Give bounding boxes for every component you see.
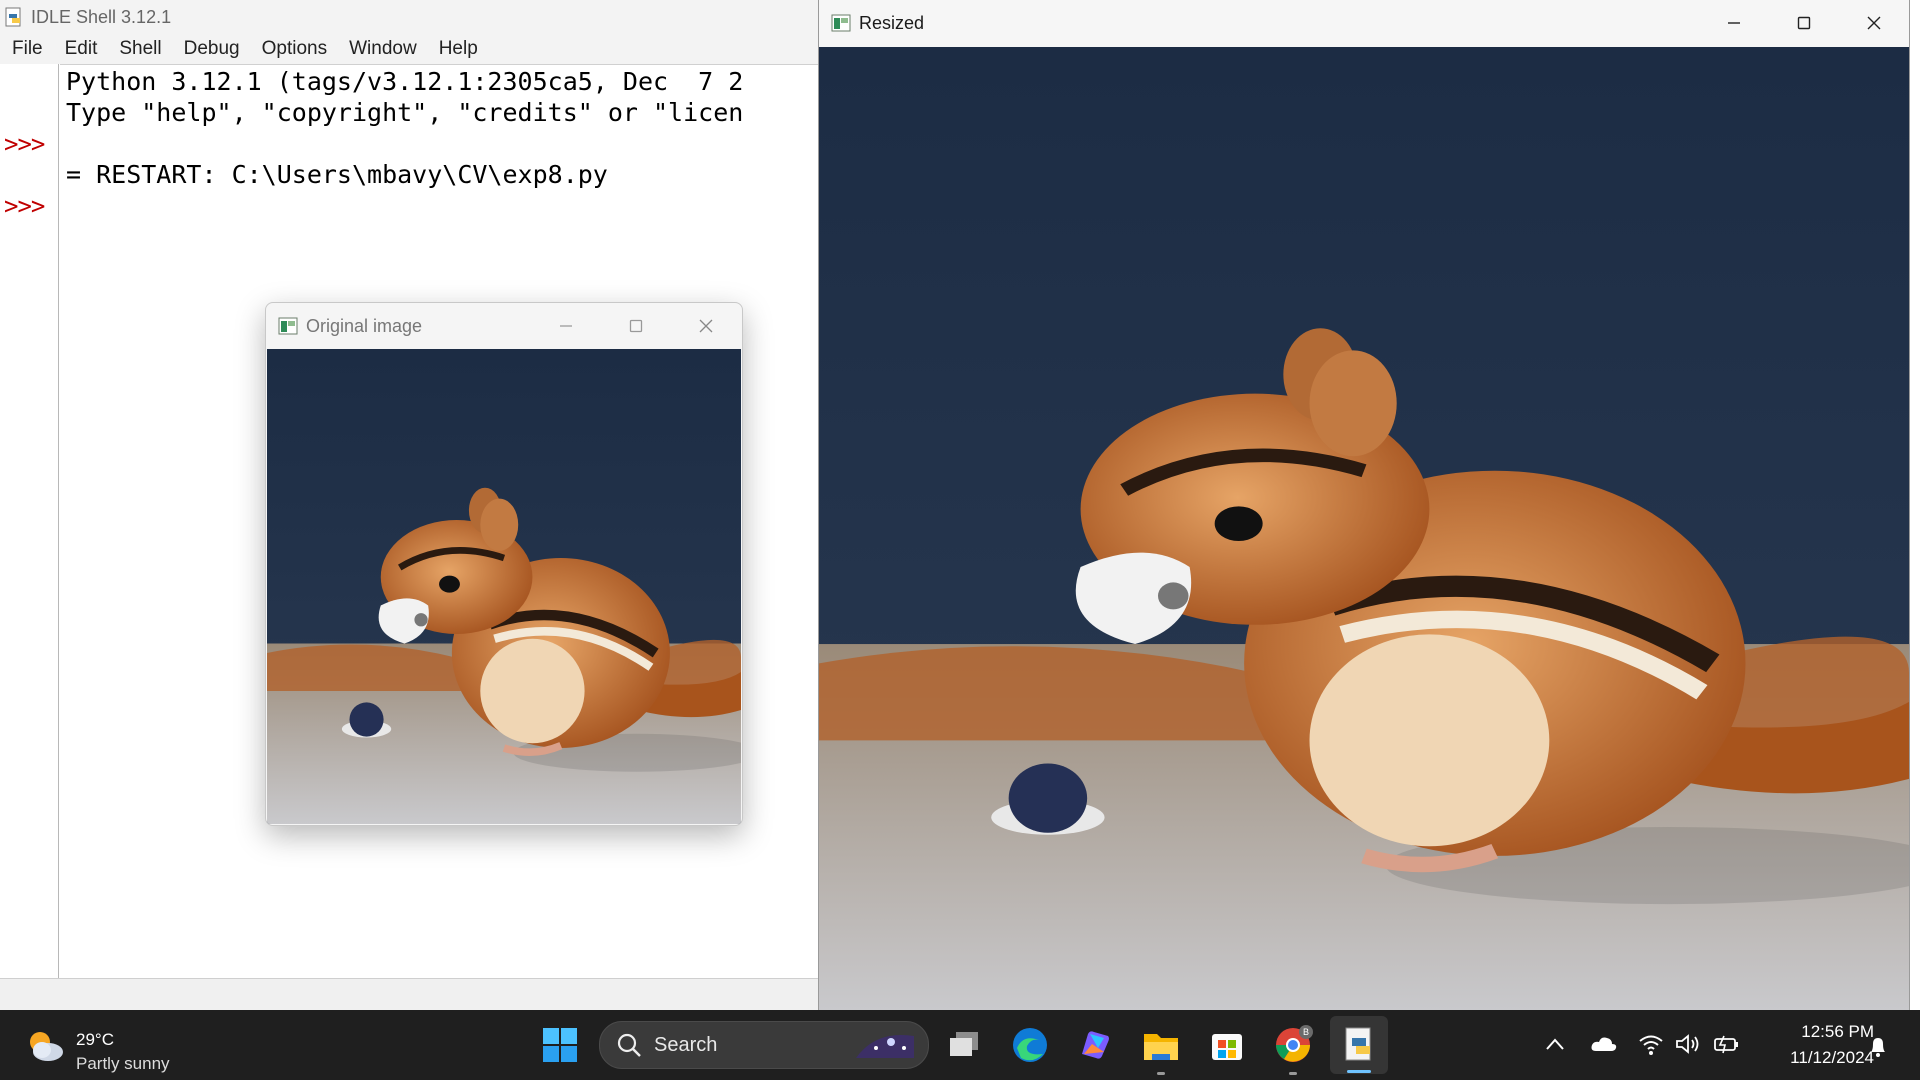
close-button[interactable] (671, 303, 741, 349)
partly-sunny-icon (30, 1032, 63, 1061)
edge-icon[interactable] (1009, 1024, 1051, 1066)
resized-chipmunk-image (819, 47, 1909, 1010)
maximize-icon (1797, 16, 1811, 30)
idle-titlebar[interactable]: IDLE Shell 3.12.1 (0, 0, 818, 34)
search-icon (617, 1033, 641, 1057)
svg-text:B: B (1303, 1027, 1309, 1037)
onedrive-icon[interactable] (1590, 1034, 1618, 1054)
menu-shell[interactable]: Shell (119, 38, 161, 60)
taskbar: 29°C Partly sunny Search B 12:56 PM 11/1… (0, 1010, 1920, 1080)
original-window-title: Original image (306, 315, 423, 336)
start-icon[interactable] (539, 1024, 581, 1066)
clock-date[interactable]: 11/12/2024 (1760, 1048, 1874, 1068)
volume-icon[interactable] (1674, 1032, 1702, 1056)
copilot-icon[interactable] (1074, 1024, 1116, 1066)
idle-statusbar (0, 978, 818, 1011)
python-idle-icon (5, 7, 21, 27)
search-highlight-icon (856, 1034, 914, 1058)
opencv-window-icon (831, 14, 851, 32)
minimize-button[interactable] (1699, 0, 1769, 46)
minimize-icon (1728, 22, 1740, 24)
notification-bell-icon[interactable] (1866, 1034, 1890, 1058)
file-explorer-icon[interactable] (1140, 1024, 1182, 1066)
chevron-up-icon[interactable] (1544, 1036, 1566, 1052)
close-icon (1867, 16, 1881, 30)
maximize-icon (629, 319, 643, 333)
original-image-window[interactable]: Original image (265, 302, 743, 826)
maximize-button[interactable] (1769, 0, 1839, 46)
resized-window-titlebar[interactable]: Resized (819, 0, 1909, 46)
shell-output-line: Python 3.12.1 (tags/v3.12.1:2305ca5, Dec… (66, 67, 744, 96)
store-icon[interactable] (1206, 1024, 1248, 1066)
shell-prompt-gutter: >>> >>> (0, 64, 59, 978)
chrome-running-indicator (1289, 1072, 1297, 1075)
menu-edit[interactable]: Edit (65, 38, 98, 60)
minimize-icon (560, 325, 572, 327)
menu-help[interactable]: Help (439, 38, 478, 60)
shell-prompt: >>> (4, 192, 45, 220)
original-window-titlebar[interactable]: Original image (266, 303, 742, 349)
menu-options[interactable]: Options (262, 38, 327, 60)
menu-debug[interactable]: Debug (184, 38, 240, 60)
file-explorer-running-indicator (1157, 1072, 1165, 1075)
idle-menubar: File Edit Shell Debug Options Window Hel… (0, 34, 818, 64)
battery-charging-icon[interactable] (1712, 1032, 1740, 1056)
shell-restart-line: = RESTART: C:\Users\mbavy\CV\exp8.py (66, 160, 608, 189)
task-view-icon[interactable] (944, 1024, 986, 1066)
python-idle-icon (1345, 1027, 1371, 1061)
maximize-button[interactable] (601, 303, 671, 349)
weather-temperature: 29°C (76, 1030, 114, 1049)
weather-description: Partly sunny (76, 1054, 170, 1073)
shell-output-line: Type "help", "copyright", "credits" or "… (66, 98, 744, 127)
taskbar-search[interactable]: Search (599, 1021, 929, 1069)
wifi-icon[interactable] (1638, 1032, 1664, 1056)
opencv-window-icon (278, 317, 298, 335)
resized-image-window[interactable]: Resized (818, 0, 1910, 1010)
menu-file[interactable]: File (12, 38, 43, 60)
resized-window-title: Resized (859, 12, 925, 33)
minimize-button[interactable] (531, 303, 601, 349)
weather-widget[interactable]: 29°C Partly sunny (24, 1024, 224, 1073)
search-label: Search (654, 1034, 718, 1056)
menu-window[interactable]: Window (349, 38, 417, 60)
idle-window-title: IDLE Shell 3.12.1 (31, 6, 172, 27)
python-idle-taskbar-button[interactable] (1330, 1016, 1388, 1074)
active-app-indicator (1347, 1070, 1371, 1073)
shell-prompt: >>> (4, 130, 45, 158)
chrome-icon[interactable]: B (1272, 1024, 1314, 1066)
original-chipmunk-image (267, 349, 741, 824)
close-button[interactable] (1839, 0, 1909, 46)
close-icon (699, 319, 713, 333)
clock-time[interactable]: 12:56 PM (1760, 1022, 1874, 1042)
